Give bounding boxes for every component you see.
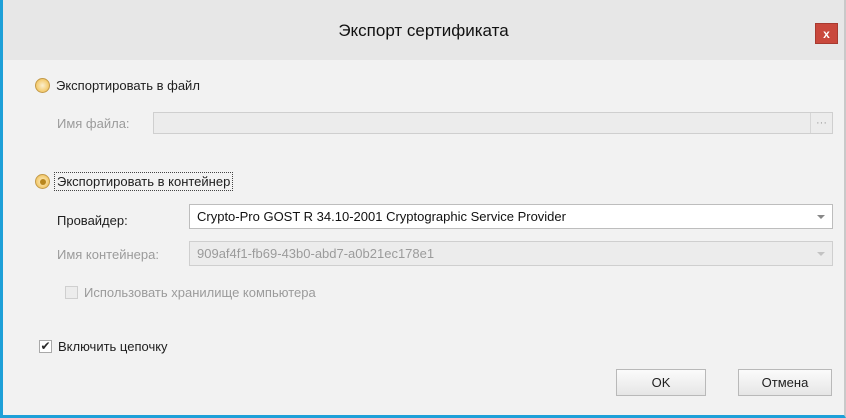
export-to-container-radio[interactable] xyxy=(35,174,50,189)
ok-button[interactable]: OK xyxy=(616,369,706,396)
container-row: Имя контейнера: xyxy=(57,247,159,262)
export-to-file-radio[interactable] xyxy=(35,78,50,93)
container-value: 909af4f1-fb69-43b0-abd7-a0b21ec178e1 xyxy=(197,246,435,261)
cancel-button[interactable]: Отмена xyxy=(738,369,832,396)
include-chain-option[interactable]: ✔ Включить цепочку xyxy=(39,339,168,354)
export-to-container-option[interactable]: Экспортировать в контейнер xyxy=(35,172,234,191)
provider-row: Провайдер: xyxy=(57,213,128,228)
use-machine-store-label: Использовать хранилище компьютера xyxy=(84,285,316,300)
provider-label: Провайдер: xyxy=(57,213,128,228)
browse-button[interactable]: ··· xyxy=(810,113,832,133)
filename-input[interactable]: ··· xyxy=(153,112,833,134)
use-machine-store-checkbox[interactable] xyxy=(65,286,78,299)
title-bar[interactable]: Экспорт сертификата x xyxy=(3,0,844,60)
filename-row: Имя файла: xyxy=(57,116,130,131)
use-machine-store-option[interactable]: Использовать хранилище компьютера xyxy=(65,285,316,300)
export-to-file-option[interactable]: Экспортировать в файл xyxy=(35,78,200,93)
chevron-down-icon xyxy=(817,214,825,219)
provider-value: Crypto-Pro GOST R 34.10-2001 Cryptograph… xyxy=(197,209,566,224)
export-to-file-label: Экспортировать в файл xyxy=(56,78,200,93)
container-dropdown-button[interactable] xyxy=(810,242,832,265)
include-chain-checkbox[interactable]: ✔ xyxy=(39,340,52,353)
chevron-down-icon xyxy=(817,251,825,256)
provider-dropdown-button[interactable] xyxy=(810,205,832,228)
dialog-content: Экспортировать в файл Имя файла: ··· Экс… xyxy=(3,60,844,415)
close-button[interactable]: x xyxy=(815,23,838,44)
checkmark-icon: ✔ xyxy=(40,339,51,353)
include-chain-label: Включить цепочку xyxy=(58,339,168,354)
export-certificate-dialog: Экспорт сертификата x Экспортировать в ф… xyxy=(0,0,846,418)
window-title: Экспорт сертификата xyxy=(338,21,509,40)
export-to-container-label: Экспортировать в контейнер xyxy=(53,172,234,191)
container-select[interactable]: 909af4f1-fb69-43b0-abd7-a0b21ec178e1 xyxy=(189,241,833,266)
container-label: Имя контейнера: xyxy=(57,247,159,262)
filename-label: Имя файла: xyxy=(57,116,130,131)
provider-select[interactable]: Crypto-Pro GOST R 34.10-2001 Cryptograph… xyxy=(189,204,833,229)
